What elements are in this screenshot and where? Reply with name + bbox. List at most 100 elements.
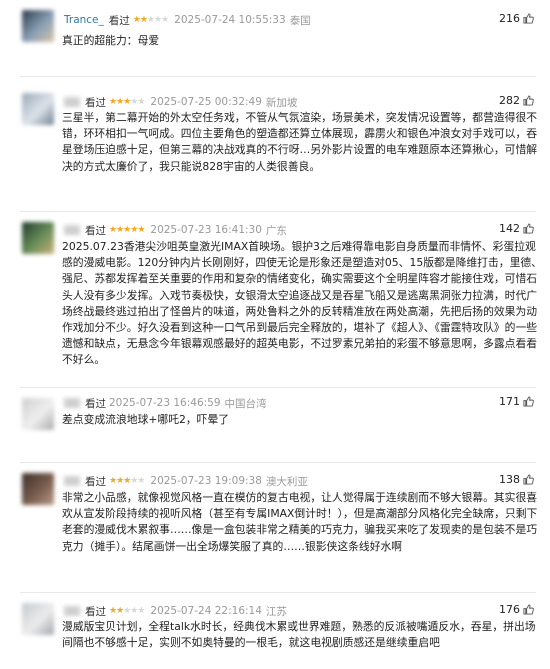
review-datetime: 2025-07-24 10:55:33 <box>174 14 286 26</box>
vote-button[interactable]: 138 <box>499 473 534 486</box>
rating-stars: ★ ★ ★ ★ ★ <box>132 14 169 25</box>
avatar[interactable] <box>22 473 54 505</box>
watched-label: 看过 <box>85 224 106 237</box>
review-location: 中国台湾 <box>224 397 267 410</box>
star-icon: ★ <box>137 224 145 235</box>
watched-label: 看过 <box>108 14 130 27</box>
review-text: 三星半，第二幕开始的外太空任务戏，不管从气氛渲染，场景美术，突发情况设置等，都营… <box>62 111 538 173</box>
thumbs-up-icon[interactable] <box>523 604 534 615</box>
thumbs-up-icon[interactable] <box>523 474 534 485</box>
review-meta: 看过 2025-07-23 16:46:59 中国台湾 <box>64 395 267 411</box>
watched-label: 看过 <box>85 96 106 109</box>
review-location: 澳大利亚 <box>265 475 308 488</box>
review-meta: 看过 ★ ★ ★ ★ ★ 2025-07-23 19:09:38 澳大利亚 <box>64 473 308 489</box>
thumbs-up-icon[interactable] <box>523 13 534 24</box>
review-text: 真正的超能力：母爱 <box>62 34 160 47</box>
vote-button[interactable]: 282 <box>499 94 534 107</box>
review-item: Trance_ 看过 ★ ★ ★ ★ ★ 2025-07-24 10:55:33 泰国 216 真正… <box>0 0 550 64</box>
thumbs-up-icon[interactable] <box>523 95 534 106</box>
vote-button[interactable]: 176 <box>499 603 534 616</box>
star-icon: ★ <box>123 605 131 616</box>
star-icon: ★ <box>116 475 124 486</box>
rating-stars: ★ ★ ★ ★ ★ <box>109 605 145 616</box>
vote-button[interactable]: 171 <box>499 395 534 408</box>
avatar[interactable] <box>22 93 54 125</box>
divider <box>20 76 536 77</box>
watched-label: 看过 <box>85 475 106 488</box>
star-icon: ★ <box>132 14 141 25</box>
review-text: 2025.07.23香港尖沙咀英皇激光IMAX首映场。银护3之后难得靠电影自身质… <box>62 240 542 367</box>
star-icon: ★ <box>137 605 145 616</box>
review-location: 江苏 <box>265 605 287 618</box>
star-icon: ★ <box>130 96 138 107</box>
review-meta: 看过 ★ ★ ★ ★ ★ 2025-07-24 22:16:14 江苏 <box>64 603 287 619</box>
star-icon: ★ <box>116 96 124 107</box>
rating-stars: ★ ★ ★ ★ ★ <box>109 224 145 235</box>
review-item: 看过 ★ ★ ★ ★ ★ 2025-07-24 22:16:14 江苏 176 漫威版宝贝计划，全… <box>0 592 550 669</box>
star-icon: ★ <box>137 96 145 107</box>
star-icon: ★ <box>109 224 117 235</box>
review-datetime: 2025-07-23 19:09:38 <box>150 475 262 487</box>
review-meta: 看过 ★ ★ ★ ★ ★ 2025-07-23 16:41:30 广东 <box>64 222 287 238</box>
rating-stars: ★ ★ ★ ★ ★ <box>109 96 145 107</box>
avatar[interactable] <box>22 10 54 42</box>
star-icon: ★ <box>123 224 131 235</box>
star-icon: ★ <box>161 14 169 25</box>
avatar[interactable] <box>22 398 54 430</box>
star-icon: ★ <box>154 14 162 25</box>
divider <box>20 387 536 388</box>
review-datetime: 2025-07-25 00:32:49 <box>150 96 262 108</box>
username[interactable] <box>64 476 80 486</box>
vote-count: 142 <box>499 222 520 235</box>
star-icon: ★ <box>116 605 124 616</box>
username[interactable] <box>64 606 80 616</box>
vote-button[interactable]: 142 <box>499 222 534 235</box>
divider <box>20 211 536 212</box>
divider <box>20 462 536 463</box>
review-text: 差点变成流浪地球+哪吒2，吓晕了 <box>62 413 230 426</box>
star-icon: ★ <box>123 475 131 486</box>
thumbs-up-icon[interactable] <box>523 223 534 234</box>
star-icon: ★ <box>130 224 138 235</box>
star-icon: ★ <box>123 96 131 107</box>
rating-stars: ★ ★ ★ ★ ★ <box>109 475 145 486</box>
review-meta: 看过 ★ ★ ★ ★ ★ 2025-07-25 00:32:49 新加坡 <box>64 94 297 110</box>
username[interactable] <box>64 97 80 107</box>
review-text: 漫威版宝贝计划，全程talk水时长，经典伐木累或世界难题，熟悉的反派被嘴遁反水，… <box>62 620 536 650</box>
username[interactable]: Trance_ <box>64 14 104 26</box>
username[interactable] <box>64 398 80 408</box>
watched-label: 看过 <box>85 605 106 618</box>
watched-label: 看过 <box>85 397 106 410</box>
username[interactable] <box>64 225 80 235</box>
review-datetime: 2025-07-23 16:46:59 <box>109 397 221 409</box>
star-icon: ★ <box>109 605 117 616</box>
star-icon: ★ <box>130 605 138 616</box>
star-icon: ★ <box>137 475 145 486</box>
star-icon: ★ <box>116 224 124 235</box>
review-item: 看过 ★ ★ ★ ★ ★ 2025-07-25 00:32:49 新加坡 282 三星半，第二幕开… <box>0 76 550 176</box>
avatar[interactable] <box>22 603 54 635</box>
vote-count: 216 <box>499 12 520 25</box>
star-icon: ★ <box>130 475 138 486</box>
avatar[interactable] <box>22 222 54 254</box>
review-location: 泰国 <box>289 14 311 27</box>
vote-button[interactable]: 216 <box>499 12 534 25</box>
vote-count: 282 <box>499 94 520 107</box>
divider <box>20 592 536 593</box>
review-datetime: 2025-07-24 22:16:14 <box>150 605 262 617</box>
review-meta: Trance_ 看过 ★ ★ ★ ★ ★ 2025-07-24 10:55:33 泰国 <box>64 12 311 28</box>
review-datetime: 2025-07-23 16:41:30 <box>150 224 262 236</box>
review-location: 广东 <box>265 224 287 237</box>
star-icon: ★ <box>109 96 117 107</box>
vote-count: 176 <box>499 603 520 616</box>
review-text: 非常之小品感，就像视觉风格一直在模仿的复古电视，让人觉得属于连续剧而不够大银幕。… <box>62 491 538 553</box>
review-location: 新加坡 <box>265 96 298 109</box>
vote-count: 138 <box>499 473 520 486</box>
review-item: 看过 2025-07-23 16:46:59 中国台湾 171 差点变成流浪地球+哪吒2… <box>0 387 550 447</box>
star-icon: ★ <box>146 14 155 25</box>
star-icon: ★ <box>139 14 148 25</box>
thumbs-up-icon[interactable] <box>523 396 534 407</box>
star-icon: ★ <box>109 475 117 486</box>
review-item: 看过 ★ ★ ★ ★ ★ 2025-07-23 16:41:30 广东 142 2025.07.2… <box>0 211 550 366</box>
vote-count: 171 <box>499 395 520 408</box>
